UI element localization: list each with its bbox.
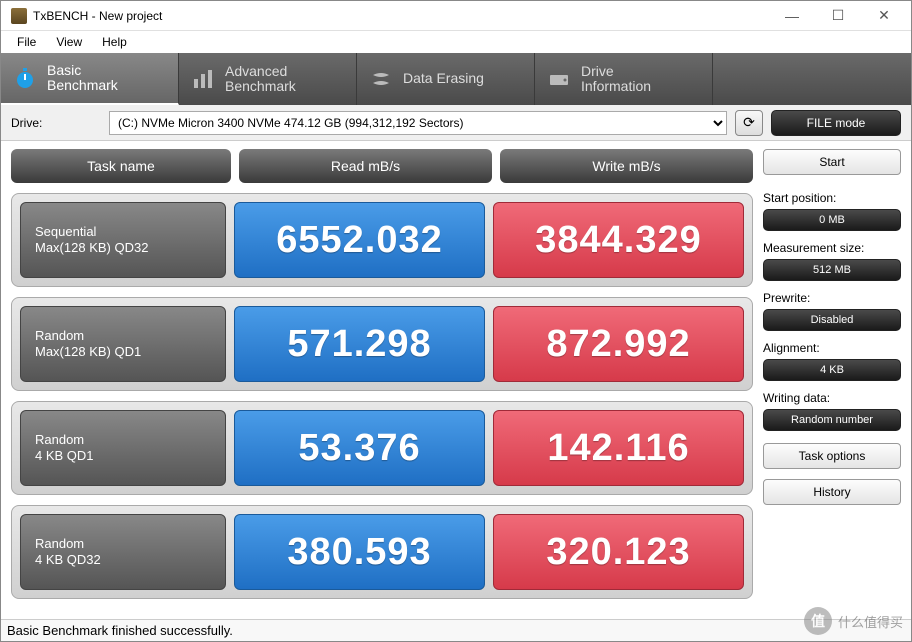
alignment-label: Alignment: [763,341,901,355]
write-value: 872.992 [493,306,744,382]
benchmark-area: Task name Read mB/s Write mB/s Sequentia… [11,149,753,611]
minimize-button[interactable]: — [769,1,815,31]
tab-label: Advanced Benchmark [225,64,296,95]
window-controls: — ☐ ✕ [769,1,907,31]
menu-help[interactable]: Help [92,33,137,51]
task-name1: Sequential [35,224,211,240]
task-name2: Max(128 KB) QD1 [35,344,211,360]
start-position-label: Start position: [763,191,901,205]
read-value: 53.376 [234,410,485,486]
menu-file[interactable]: File [7,33,46,51]
app-icon [11,8,27,24]
prewrite-label: Prewrite: [763,291,901,305]
tab-advanced-benchmark[interactable]: Advanced Benchmark [179,53,357,105]
bench-row: Random Max(128 KB) QD1 571.298 872.992 [11,297,753,391]
measurement-size-value[interactable]: 512 MB [763,259,901,281]
read-value: 380.593 [234,514,485,590]
drive-info-icon [547,67,571,91]
start-position-value[interactable]: 0 MB [763,209,901,231]
task-button-sequential-qd32[interactable]: Sequential Max(128 KB) QD32 [20,202,226,278]
read-value: 571.298 [234,306,485,382]
tab-data-erasing[interactable]: Data Erasing [357,53,535,105]
refresh-button[interactable]: ⟳ [735,110,763,136]
writing-data-value[interactable]: Random number [763,409,901,431]
watermark-icon: 值 [804,607,832,635]
task-name2: 4 KB QD1 [35,448,211,464]
tabbar: Basic Benchmark Advanced Benchmark Data … [1,53,911,105]
header-read: Read mB/s [239,149,492,183]
window-title: TxBENCH - New project [33,9,769,23]
header-write: Write mB/s [500,149,753,183]
bench-row: Random 4 KB QD32 380.593 320.123 [11,505,753,599]
read-value: 6552.032 [234,202,485,278]
content-area: Task name Read mB/s Write mB/s Sequentia… [1,141,911,619]
sidebar: Start Start position: 0 MB Measurement s… [763,149,901,611]
maximize-button[interactable]: ☐ [815,1,861,31]
titlebar: TxBENCH - New project — ☐ ✕ [1,1,911,31]
tab-label: Drive Information [581,64,651,95]
write-value: 3844.329 [493,202,744,278]
task-name2: 4 KB QD32 [35,552,211,568]
task-name1: Random [35,328,211,344]
task-name1: Random [35,536,211,552]
task-name1: Random [35,432,211,448]
header-row: Task name Read mB/s Write mB/s [11,149,753,183]
refresh-icon: ⟳ [743,114,755,131]
watermark: 值 什么值得买 [804,607,903,635]
history-button[interactable]: History [763,479,901,505]
header-task: Task name [11,149,231,183]
file-mode-button[interactable]: FILE mode [771,110,901,136]
watermark-text: 什么值得买 [838,612,903,631]
drive-bar: Drive: (C:) NVMe Micron 3400 NVMe 474.12… [1,105,911,141]
task-button-random-4kb-qd32[interactable]: Random 4 KB QD32 [20,514,226,590]
tab-drive-information[interactable]: Drive Information [535,53,713,105]
task-button-random-4kb-qd1[interactable]: Random 4 KB QD1 [20,410,226,486]
drive-select[interactable]: (C:) NVMe Micron 3400 NVMe 474.12 GB (99… [109,111,727,135]
tab-basic-benchmark[interactable]: Basic Benchmark [1,53,179,105]
task-button-random-qd1[interactable]: Random Max(128 KB) QD1 [20,306,226,382]
start-button[interactable]: Start [763,149,901,175]
bar-chart-icon [191,67,215,91]
measurement-size-label: Measurement size: [763,241,901,255]
menubar: File View Help [1,31,911,53]
bench-row: Random 4 KB QD1 53.376 142.116 [11,401,753,495]
drive-label: Drive: [11,116,101,130]
write-value: 320.123 [493,514,744,590]
prewrite-value[interactable]: Disabled [763,309,901,331]
menu-view[interactable]: View [46,33,92,51]
tab-label: Data Erasing [403,71,484,86]
status-text: Basic Benchmark finished successfully. [7,623,233,638]
alignment-value[interactable]: 4 KB [763,359,901,381]
stopwatch-icon [13,66,37,90]
bench-row: Sequential Max(128 KB) QD32 6552.032 384… [11,193,753,287]
task-options-button[interactable]: Task options [763,443,901,469]
erase-icon [369,67,393,91]
close-button[interactable]: ✕ [861,1,907,31]
write-value: 142.116 [493,410,744,486]
writing-data-label: Writing data: [763,391,901,405]
tab-label: Basic Benchmark [47,63,118,94]
task-name2: Max(128 KB) QD32 [35,240,211,256]
status-bar: Basic Benchmark finished successfully. [1,619,911,641]
